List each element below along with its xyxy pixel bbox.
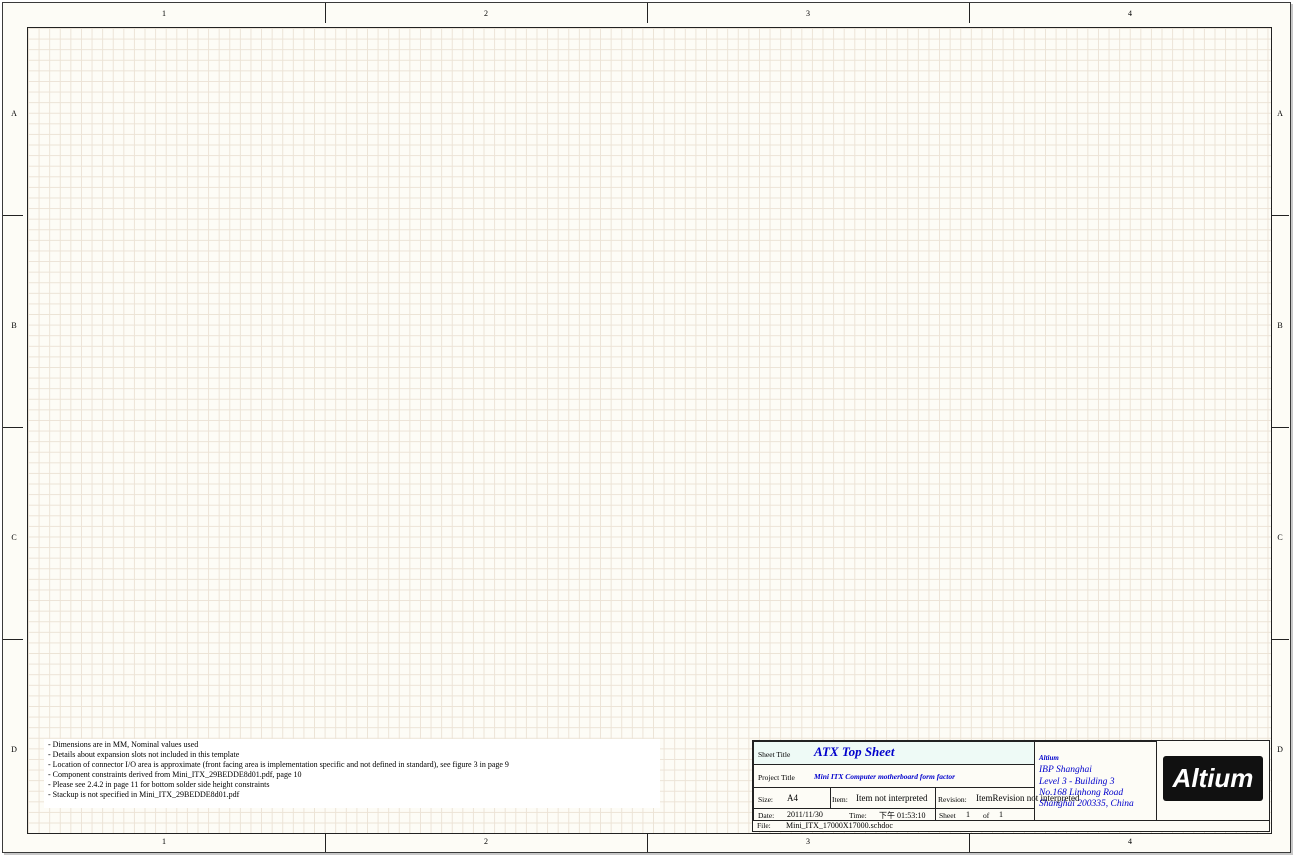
note-line: - Dimensions are in MM, Nominal values u… — [48, 740, 199, 749]
time-label: Time: — [849, 811, 867, 820]
project-title-cell: Project Title Mini ITX Computer motherbo… — [753, 764, 1035, 788]
zone-col-label-top: 3 — [806, 9, 810, 18]
size-value: A4 — [787, 793, 798, 803]
sheet-title: ATX Top Sheet — [814, 744, 895, 759]
zone-col-label-top: 2 — [484, 9, 488, 18]
note-line: - Please see 2.4.2 in page 11 for bottom… — [48, 780, 270, 789]
project-title: Mini ITX Computer motherboard form facto… — [814, 772, 956, 781]
zone-divider — [647, 3, 648, 23]
logo-text: Altium — [1172, 763, 1254, 793]
file-cell: File: Mini_ITX_17000X17000.schdoc — [753, 820, 1269, 831]
zone-col-label-top: 4 — [1128, 9, 1132, 18]
zone-divider — [3, 427, 23, 428]
company-cell: Altium IBP Shanghai Level 3 - Building 3… — [1034, 741, 1157, 821]
note-line: - Location of connector I/O area is appr… — [48, 760, 509, 769]
address-line: Shanghai 200335, China — [1039, 799, 1134, 809]
of-label: of — [983, 811, 990, 820]
file-label: File: — [757, 821, 771, 830]
size-label: Size: — [758, 795, 773, 804]
file-name: Mini_ITX_17000X17000.schdoc — [786, 821, 893, 830]
zone-col-label-top: 1 — [162, 9, 166, 18]
address-line: Level 3 - Building 3 — [1039, 777, 1115, 787]
address-line: No.168 Linhong Road — [1039, 788, 1124, 798]
schematic-sheet: 1 2 3 4 1 2 3 4 A B C D A B C D — [2, 2, 1291, 853]
item-value: Item not interpreted — [856, 793, 928, 803]
zone-divider — [969, 3, 970, 23]
sheet-label: Sheet — [939, 811, 956, 820]
note-line: - Details about expansion slots not incl… — [48, 750, 240, 759]
sheet-total: 1 — [999, 810, 1003, 819]
note-line: - Stackup is not specified in Mini_ITX_2… — [48, 790, 240, 799]
sheet-title-label: Sheet Title — [758, 750, 791, 759]
zone-row-label-left: D — [11, 745, 17, 754]
date-label: Date: — [758, 811, 775, 820]
note-line: - Component constraints derived from Min… — [48, 770, 302, 779]
zone-divider — [3, 215, 23, 216]
date-value: 2011/11/30 — [787, 810, 823, 819]
item-cell: Item: Item not interpreted — [830, 787, 936, 809]
drawing-area[interactable] — [27, 27, 1272, 834]
title-block: Sheet Title ATX Top Sheet Project Title … — [752, 740, 1270, 832]
zone-divider — [1269, 215, 1289, 216]
size-cell: Size: A4 — [753, 787, 831, 809]
zone-col-label-bottom: 1 — [162, 837, 166, 846]
zone-row-label-right: B — [1277, 321, 1283, 330]
zone-divider — [969, 832, 970, 852]
zone-row-label-left: B — [11, 321, 17, 330]
project-title-label: Project Title — [758, 773, 795, 782]
revision-label: Revision: — [938, 795, 967, 804]
zone-row-label-right: C — [1277, 533, 1283, 542]
zone-col-label-bottom: 2 — [484, 837, 488, 846]
zone-row-label-right: D — [1277, 745, 1283, 754]
design-notes: - Dimensions are in MM, Nominal values u… — [44, 739, 660, 808]
zone-divider — [3, 639, 23, 640]
zone-row-label-left: C — [11, 533, 17, 542]
sheet-title-cell: Sheet Title ATX Top Sheet — [753, 741, 1035, 765]
item-label: Item: — [832, 795, 848, 804]
zone-col-label-bottom: 4 — [1128, 837, 1132, 846]
zone-divider — [325, 832, 326, 852]
sheet-number: 1 — [966, 810, 970, 819]
zone-divider — [647, 832, 648, 852]
address-line: IBP Shanghai — [1039, 765, 1092, 775]
company-name: Altium — [1039, 754, 1059, 762]
zone-col-label-bottom: 3 — [806, 837, 810, 846]
zone-row-label-right: A — [1277, 109, 1283, 118]
zone-row-label-left: A — [11, 109, 17, 118]
zone-divider — [1269, 639, 1289, 640]
zone-divider — [1269, 427, 1289, 428]
altium-logo: Altium — [1163, 756, 1263, 801]
revision-cell: Revision: ItemRevision not interpreted — [935, 787, 1079, 809]
zone-divider — [325, 3, 326, 23]
